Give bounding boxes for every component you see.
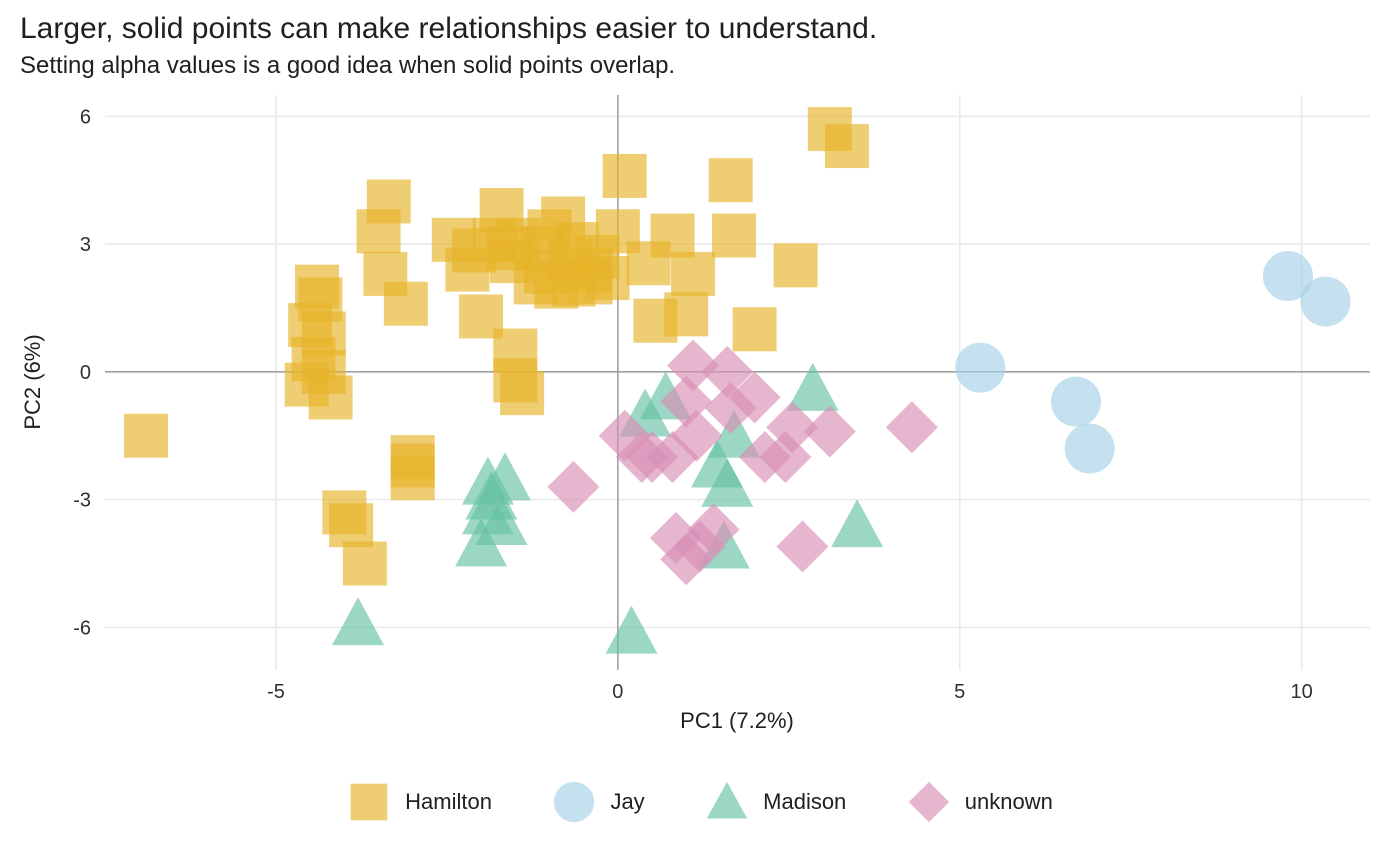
svg-text:3: 3 bbox=[80, 234, 91, 256]
chart-subtitle: Setting alpha values is a good idea when… bbox=[20, 52, 675, 80]
triangle-icon bbox=[705, 780, 749, 824]
svg-text:-6: -6 bbox=[73, 617, 91, 639]
diamond-icon bbox=[907, 780, 951, 824]
svg-text:5: 5 bbox=[954, 681, 965, 703]
legend-label: unknown bbox=[965, 789, 1053, 815]
y-axis-ticks: -6 -3 0 3 6 bbox=[73, 106, 91, 639]
scatter-svg: -50510 -6-3036 bbox=[105, 95, 1370, 670]
chart-container: Larger, solid points can make relationsh… bbox=[0, 0, 1400, 865]
legend-label: Hamilton bbox=[405, 789, 492, 815]
legend: Hamilton Jay Madison unknown bbox=[0, 780, 1400, 824]
legend-item-hamilton: Hamilton bbox=[347, 780, 492, 824]
svg-text:-5: -5 bbox=[267, 681, 285, 703]
legend-label: Jay bbox=[610, 789, 644, 815]
legend-label: Madison bbox=[763, 789, 846, 815]
svg-text:0: 0 bbox=[80, 362, 91, 384]
circle-icon bbox=[552, 780, 596, 824]
x-axis-ticks: -5 0 5 10 bbox=[267, 681, 1313, 703]
legend-item-jay: Jay bbox=[552, 780, 644, 824]
x-axis-label: PC1 (7.2%) bbox=[680, 708, 794, 733]
svg-text:10: 10 bbox=[1290, 681, 1312, 703]
square-icon bbox=[347, 780, 391, 824]
svg-text:0: 0 bbox=[612, 681, 623, 703]
chart-title: Larger, solid points can make relationsh… bbox=[20, 12, 877, 46]
svg-text:6: 6 bbox=[80, 106, 91, 128]
svg-text:-3: -3 bbox=[73, 490, 91, 512]
plot-panel: -50510 -6-3036 bbox=[105, 95, 1370, 670]
legend-item-unknown: unknown bbox=[907, 780, 1053, 824]
y-axis-label: PC2 (6%) bbox=[20, 334, 45, 429]
legend-item-madison: Madison bbox=[705, 780, 846, 824]
